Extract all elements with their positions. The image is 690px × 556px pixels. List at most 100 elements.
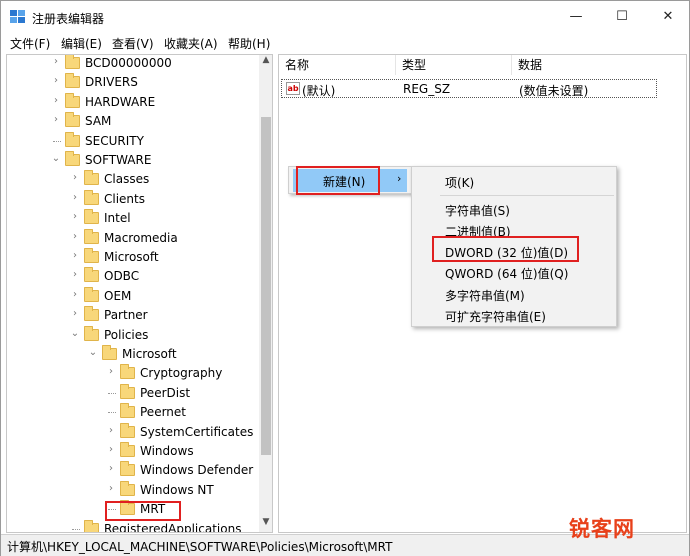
tree-node-label: Cryptography [140, 366, 223, 381]
expand-chevron-icon[interactable]: › [51, 95, 61, 106]
folder-icon [84, 519, 99, 532]
tree-node-label: SAM [85, 114, 112, 129]
tree-node[interactable]: › DRIVERS [7, 73, 257, 92]
tree-connector-line [108, 392, 116, 394]
tree-node-label: Policies [104, 327, 149, 342]
tree-node[interactable]: › HARDWARE [7, 92, 257, 112]
tree-node[interactable]: › Intel [7, 209, 257, 228]
tree-node[interactable]: › Macromedia [7, 228, 257, 248]
tree-node[interactable]: ⌄ Microsoft [7, 345, 257, 364]
registry-editor-window: 注册表编辑器 — ☐ ✕ 文件(F) 编辑(E) 查看(V) 收藏夹(A) 帮助… [0, 0, 690, 556]
tree-node[interactable]: SECURITY [7, 131, 257, 151]
menu-edit[interactable]: 编辑(E) [61, 35, 102, 52]
tree-node[interactable]: Peernet [7, 403, 257, 422]
watermark: 锐客网 [569, 517, 635, 541]
folder-icon [84, 267, 99, 283]
value-type: REG_SZ [403, 82, 451, 96]
tree-node[interactable]: › Cryptography [7, 364, 257, 383]
tree-node[interactable]: › OEM [7, 286, 257, 306]
tree-node[interactable]: ⌄ Policies [7, 325, 257, 345]
tree-node[interactable]: › Windows Defender [7, 461, 257, 480]
collapse-chevron-icon[interactable]: ⌄ [88, 347, 98, 358]
folder-icon [120, 461, 135, 477]
menu-favorites[interactable]: 收藏夹(A) [164, 35, 218, 52]
expand-chevron-icon[interactable]: › [106, 366, 116, 377]
tree-scrollbar[interactable]: ▲ ▼ [259, 55, 272, 532]
tree-node[interactable]: › Partner [7, 306, 257, 325]
expand-chevron-icon[interactable]: › [70, 308, 80, 319]
expand-chevron-icon[interactable]: › [51, 56, 61, 67]
submenu-separator [440, 195, 614, 196]
expand-chevron-icon[interactable]: › [51, 114, 61, 125]
tree-node[interactable]: PeerDist [7, 383, 257, 403]
expand-chevron-icon[interactable]: › [70, 289, 80, 300]
tree-node-label: Windows NT [140, 482, 214, 497]
tree-node[interactable]: › Clients [7, 189, 257, 209]
value-row-default[interactable]: ab (默认) REG_SZ (数值未设置) [281, 79, 657, 98]
scroll-thumb[interactable] [261, 117, 271, 455]
tree-node[interactable]: › Microsoft [7, 248, 257, 267]
mrt-annotation-box [105, 501, 181, 521]
tree-node[interactable]: › SAM [7, 112, 257, 131]
tree-node-label: RegisteredApplications [104, 521, 242, 533]
tree-node-label: Macromedia [104, 230, 178, 245]
folder-icon [120, 422, 135, 438]
collapse-chevron-icon[interactable]: ⌄ [51, 153, 61, 164]
folder-icon [84, 170, 99, 186]
context-menu: 新建(N) › [288, 166, 412, 195]
tree-node-label: Partner [104, 308, 148, 323]
tree-node[interactable]: ⌄ SOFTWARE [7, 151, 257, 170]
expand-chevron-icon[interactable]: › [70, 250, 80, 261]
folder-icon [120, 442, 135, 457]
folder-icon [65, 131, 80, 147]
expand-chevron-icon[interactable]: › [106, 444, 116, 455]
menu-view[interactable]: 查看(V) [112, 35, 154, 52]
tree-node-label: SystemCertificates [140, 424, 254, 439]
collapse-chevron-icon[interactable]: ⌄ [70, 328, 80, 339]
expand-chevron-icon[interactable]: › [51, 75, 61, 86]
tree-node[interactable]: › Windows NT [7, 480, 257, 500]
submenu-qword-value[interactable]: QWORD (64 位)值(Q) [445, 265, 568, 282]
expand-chevron-icon[interactable]: › [70, 231, 80, 242]
close-button[interactable]: ✕ [645, 1, 690, 33]
scroll-up-arrow-icon[interactable]: ▲ [259, 55, 272, 69]
scroll-down-arrow-icon[interactable]: ▼ [259, 517, 272, 531]
tree-node[interactable]: › Windows [7, 442, 257, 461]
tree-node[interactable]: › BCD00000000 [7, 55, 257, 73]
new-annotation-box [296, 166, 380, 195]
tree-node-label: Clients [104, 191, 145, 206]
folder-icon [65, 112, 80, 128]
tree-node-label: ODBC [104, 269, 140, 284]
tree-node-label: BCD00000000 [85, 56, 172, 70]
tree-node[interactable]: RegisteredApplications [7, 519, 257, 533]
menu-help[interactable]: 帮助(H) [228, 35, 270, 52]
submenu-string-value[interactable]: 字符串值(S) [445, 202, 510, 219]
tree-node[interactable]: › SystemCertificates [7, 422, 257, 442]
tree-node-label: DRIVERS [85, 75, 138, 90]
column-header-type[interactable]: 类型 [396, 55, 512, 75]
menu-file[interactable]: 文件(F) [10, 35, 50, 52]
tree-node-label: Windows Defender [140, 463, 254, 478]
expand-chevron-icon[interactable]: › [70, 192, 80, 203]
column-header-data[interactable]: 数据 [512, 55, 672, 75]
minimize-button[interactable]: — [553, 1, 599, 33]
tree-connector-line [108, 412, 116, 414]
expand-chevron-icon[interactable]: › [106, 483, 116, 494]
submenu-expandable-string-value[interactable]: 可扩充字符串值(E) [445, 308, 546, 325]
new-submenu: 项(K) 字符串值(S) 二进制值(B) DWORD (32 位)值(D) QW… [411, 166, 617, 327]
folder-icon [65, 73, 80, 89]
submenu-arrow-icon: › [397, 172, 402, 185]
submenu-multi-string-value[interactable]: 多字符串值(M) [445, 287, 525, 304]
registry-editor-icon [10, 10, 25, 23]
expand-chevron-icon[interactable]: › [106, 463, 116, 474]
tree-node-label: Classes [104, 172, 150, 187]
column-header-name[interactable]: 名称 [279, 55, 396, 75]
maximize-button[interactable]: ☐ [599, 1, 645, 33]
expand-chevron-icon[interactable]: › [70, 211, 80, 222]
expand-chevron-icon[interactable]: › [70, 269, 80, 280]
tree-node[interactable]: › ODBC [7, 267, 257, 286]
submenu-key[interactable]: 项(K) [445, 174, 474, 191]
expand-chevron-icon[interactable]: › [106, 425, 116, 436]
expand-chevron-icon[interactable]: › [70, 172, 80, 183]
tree-node[interactable]: › Classes [7, 170, 257, 189]
